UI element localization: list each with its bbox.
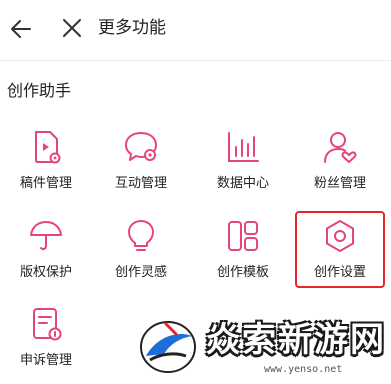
appeal-doc-icon	[33, 308, 62, 341]
watermark-text: 焱索新游网	[206, 320, 386, 360]
tool-manuscript-management[interactable]: 稿件管理	[0, 129, 92, 207]
tool-label: 稿件管理	[19, 176, 72, 191]
tool-label: 数据中心	[216, 176, 269, 191]
data-chart-icon	[228, 132, 259, 162]
close-icon[interactable]	[60, 16, 84, 40]
tool-fans-management[interactable]: 粉丝管理	[294, 129, 386, 207]
tool-copyright-protection[interactable]: 版权保护	[0, 218, 92, 296]
tool-label: 申诉管理	[19, 353, 72, 368]
tool-creative-inspiration[interactable]: 创作灵感	[95, 218, 187, 296]
header-divider	[0, 60, 391, 61]
tool-data-center[interactable]: 数据中心	[197, 129, 289, 207]
tool-creative-template[interactable]: 创作模板	[197, 218, 289, 296]
tool-label: 创作灵感	[114, 265, 167, 280]
tool-label: 粉丝管理	[313, 176, 366, 191]
interaction-icon	[125, 132, 157, 161]
manuscript-icon	[35, 131, 61, 164]
fans-icon	[324, 132, 357, 163]
watermark-logo-icon	[140, 321, 196, 373]
back-arrow-icon[interactable]	[8, 16, 34, 42]
watermark-url: www.yenso.net	[264, 364, 343, 375]
section-title: 创作助手	[7, 81, 72, 100]
tool-label: 互动管理	[114, 176, 167, 191]
lightbulb-icon	[128, 220, 154, 251]
tool-interaction-management[interactable]: 互动管理	[95, 129, 187, 207]
tool-label: 创作模板	[216, 265, 269, 280]
template-icon	[228, 221, 258, 251]
page-title: 更多功能	[98, 18, 166, 38]
watermark: 焱索新游网 www.yenso.net	[136, 316, 390, 382]
umbrella-icon	[30, 221, 62, 251]
top-bar: 更多功能	[0, 0, 391, 58]
tool-label: 版权保护	[19, 265, 72, 280]
highlight-box	[295, 211, 385, 288]
tool-appeal-management[interactable]: 申诉管理	[0, 306, 92, 384]
